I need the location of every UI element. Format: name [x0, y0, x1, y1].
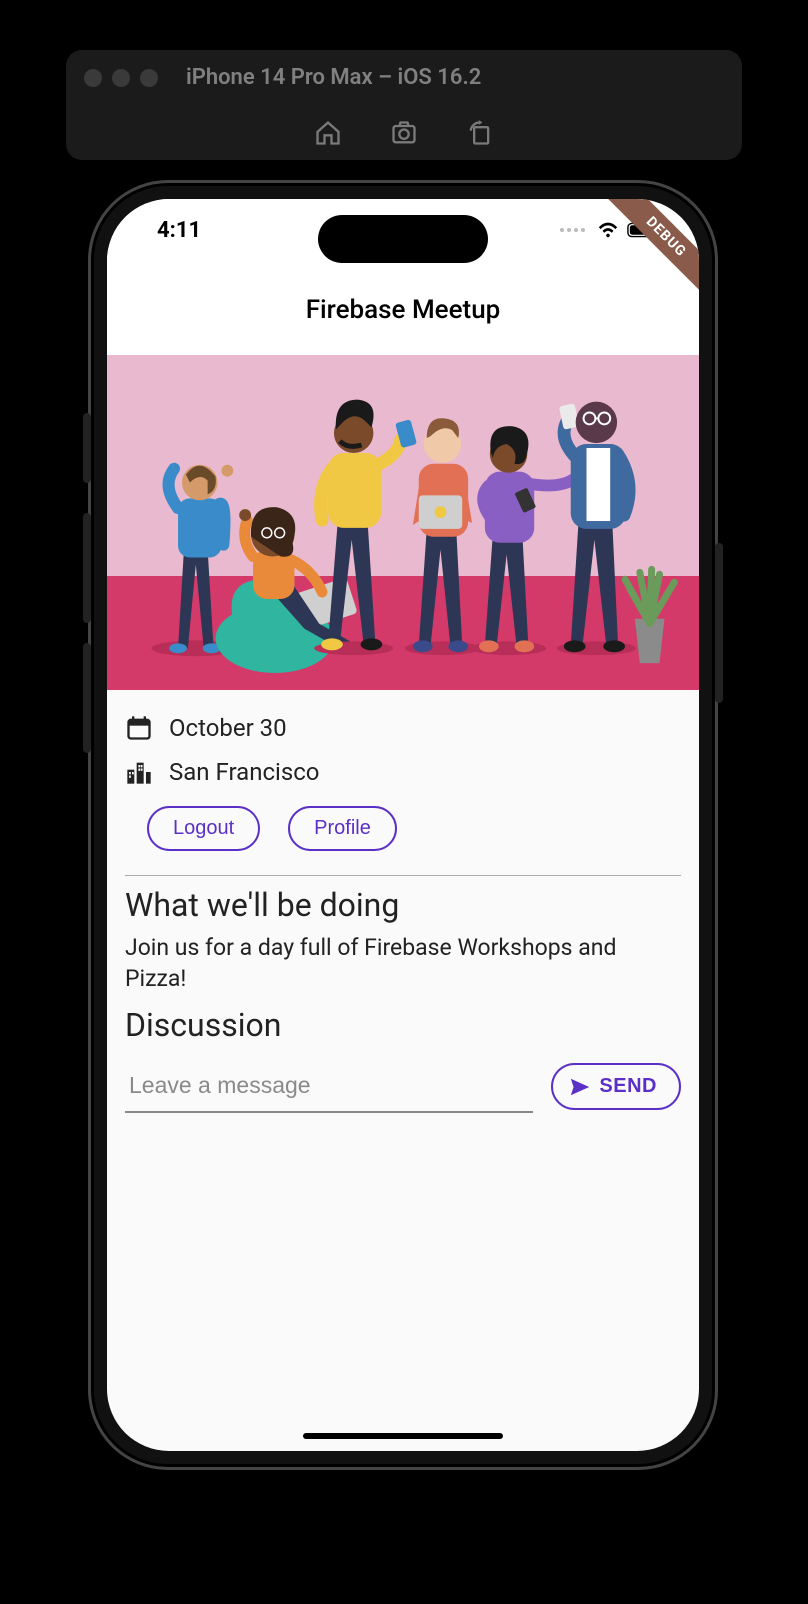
section-heading: What we'll be doing — [125, 886, 681, 924]
cellular-icon — [560, 228, 585, 232]
profile-button[interactable]: Profile — [288, 806, 397, 851]
send-icon — [569, 1076, 591, 1098]
section-body: Join us for a day full of Firebase Works… — [125, 932, 681, 994]
window-traffic-lights[interactable] — [84, 69, 158, 87]
screenshot-icon[interactable] — [390, 119, 418, 147]
volume-down-button — [83, 643, 91, 753]
event-date: October 30 — [169, 714, 287, 742]
send-button[interactable]: SEND — [551, 1063, 681, 1110]
message-input[interactable] — [125, 1060, 533, 1111]
event-city: San Francisco — [169, 758, 319, 786]
zoom-icon[interactable] — [140, 69, 158, 87]
simulator-title: iPhone 14 Pro Max – iOS 16.2 — [186, 65, 481, 90]
phone-screen: DEBUG 4:11 Firebase Meetup — [107, 199, 699, 1451]
event-content: October 30 San Francisco L — [107, 690, 699, 1121]
volume-up-button — [83, 513, 91, 623]
message-field-wrap — [125, 1060, 533, 1113]
logout-button[interactable]: Logout — [147, 806, 260, 851]
silent-switch — [83, 413, 91, 483]
app-title: Firebase Meetup — [107, 261, 699, 355]
action-buttons-row: Logout Profile — [125, 794, 681, 869]
dynamic-island — [318, 215, 488, 263]
device-frame: DEBUG 4:11 Firebase Meetup — [88, 180, 718, 1470]
send-label: SEND — [599, 1075, 657, 1098]
message-row: SEND — [125, 1052, 681, 1121]
event-date-row: October 30 — [125, 706, 681, 750]
calendar-icon — [125, 714, 153, 742]
power-button — [715, 543, 723, 703]
simulator-toolbar — [84, 105, 724, 160]
home-icon[interactable] — [314, 119, 342, 147]
status-time: 4:11 — [157, 218, 201, 243]
event-city-row: San Francisco — [125, 750, 681, 794]
city-icon — [125, 758, 153, 786]
divider — [125, 875, 681, 876]
close-icon[interactable] — [84, 69, 102, 87]
minimize-icon[interactable] — [112, 69, 130, 87]
rotate-icon[interactable] — [466, 119, 494, 147]
discussion-heading: Discussion — [125, 1006, 681, 1044]
home-indicator[interactable] — [303, 1433, 503, 1439]
simulator-window-bar: iPhone 14 Pro Max – iOS 16.2 — [66, 50, 742, 160]
wifi-icon — [597, 221, 619, 239]
hero-illustration — [107, 355, 699, 690]
